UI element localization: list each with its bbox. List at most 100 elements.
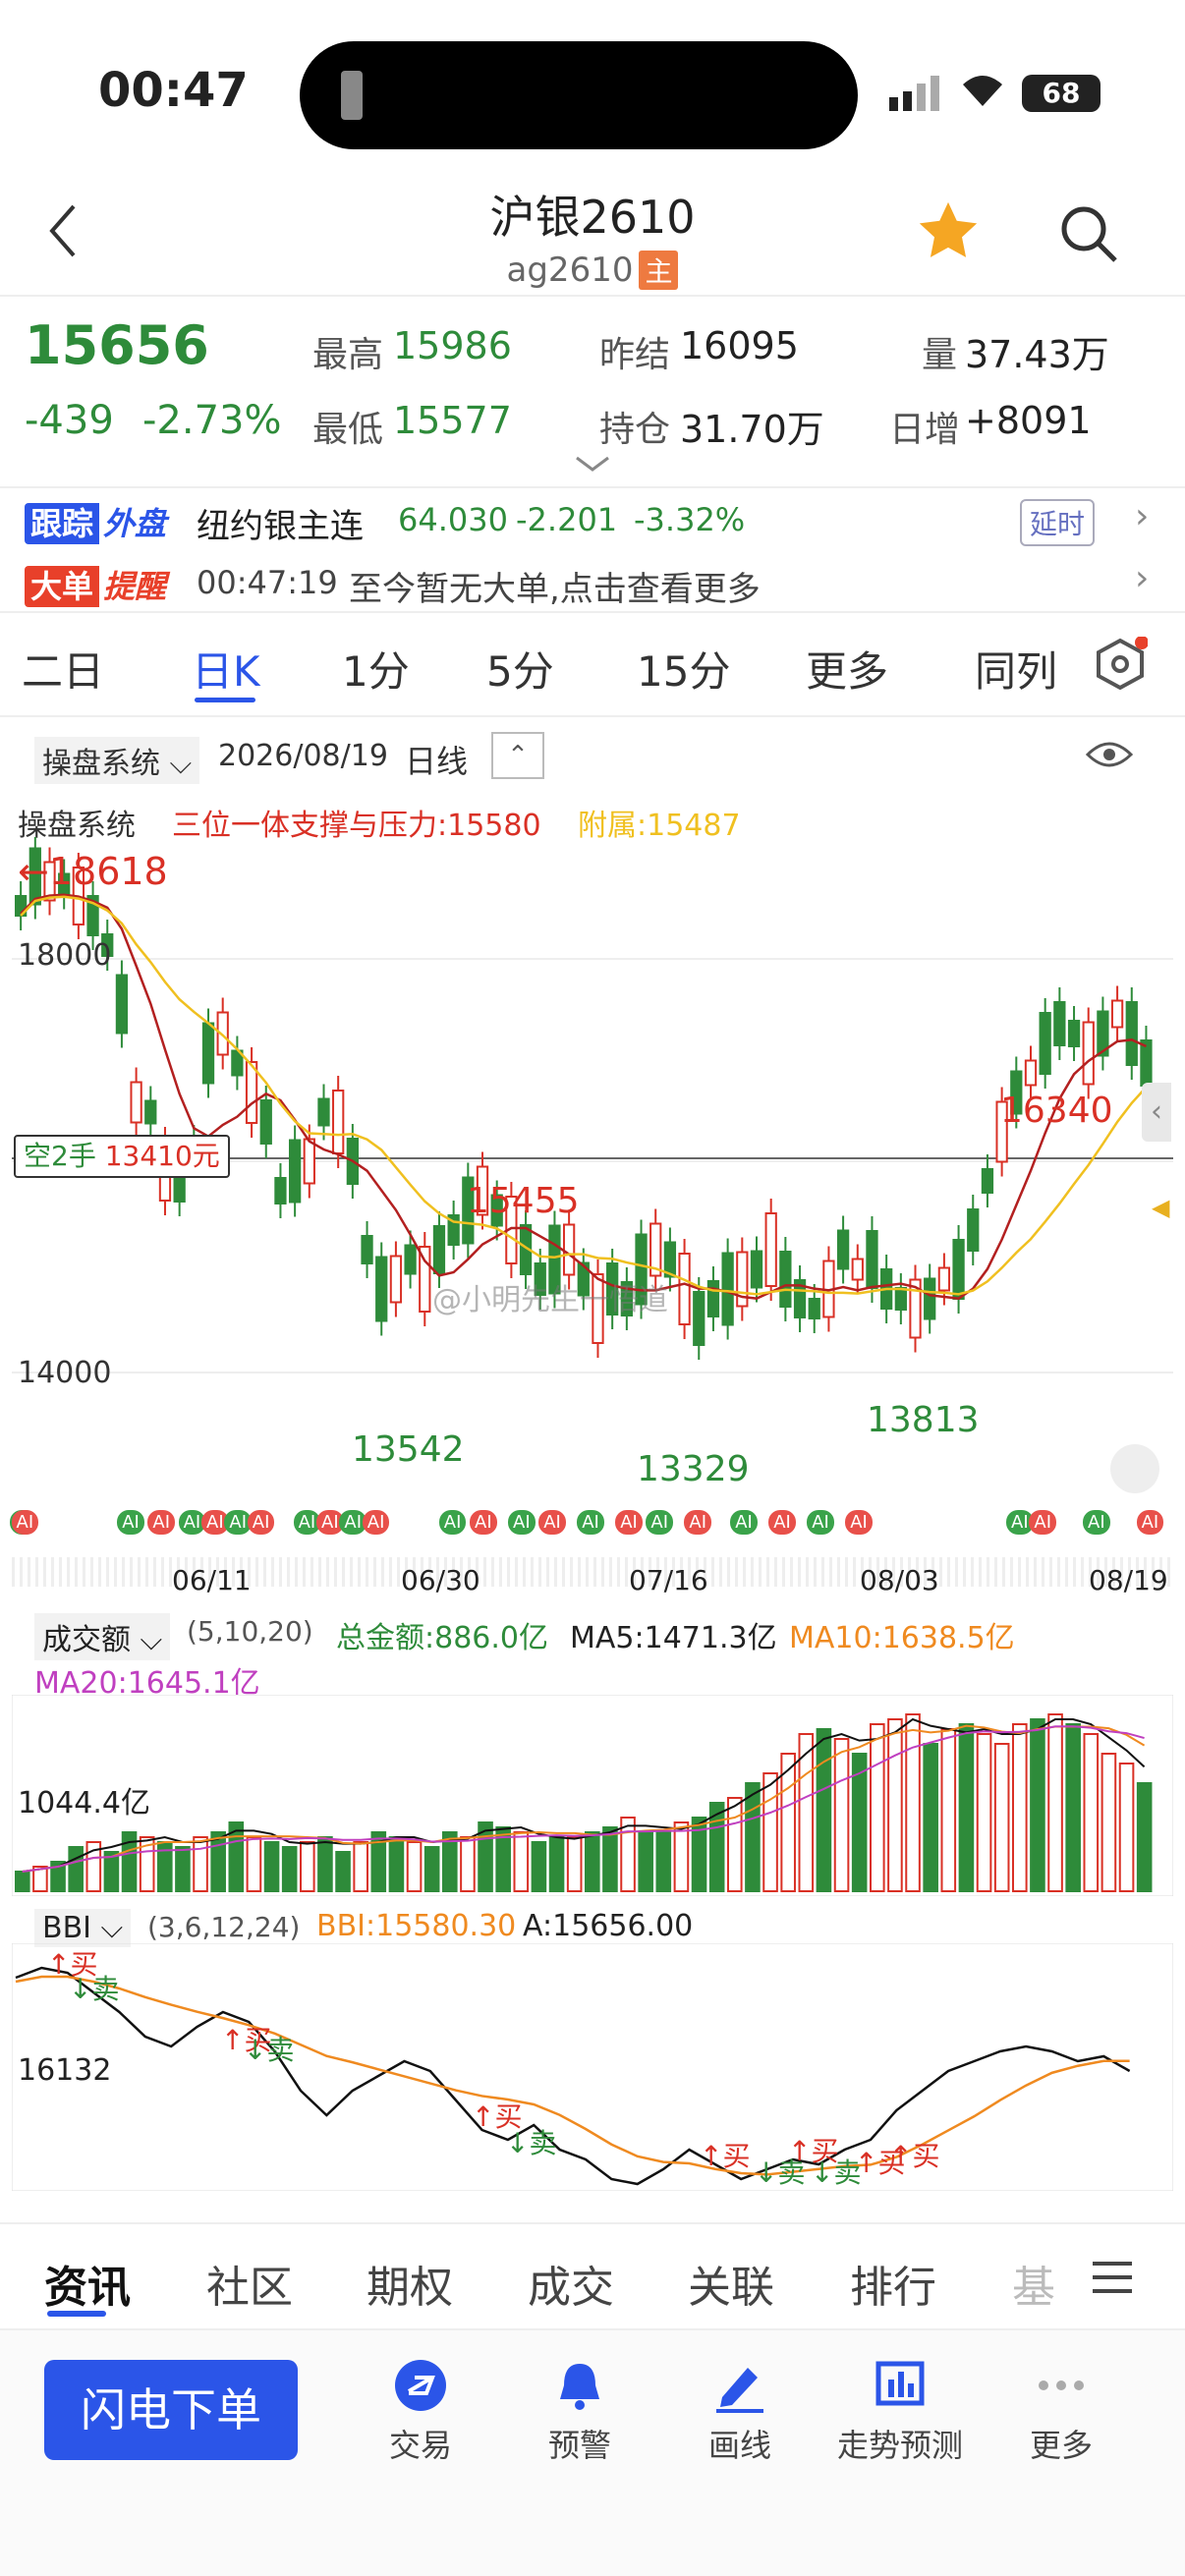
ai-marker[interactable]: AI	[768, 1510, 796, 1535]
candle	[836, 1229, 850, 1270]
high-label: 最高	[312, 335, 384, 375]
ai-marker[interactable]: AI	[1029, 1510, 1057, 1535]
ai-marker[interactable]: AI	[508, 1510, 536, 1535]
position-box[interactable]: 空2手 13410元	[14, 1135, 230, 1178]
ai-marker[interactable]: AI	[247, 1510, 275, 1535]
tab-news[interactable]: 资讯	[44, 2252, 131, 2315]
divider	[0, 295, 1185, 297]
ai-marker[interactable]: AI	[807, 1510, 834, 1535]
label-13542: 13542	[352, 1429, 465, 1470]
prev-settle-value: 16095	[680, 324, 799, 367]
oi-value: 31.70万	[680, 408, 824, 451]
expand-chevron-icon[interactable]	[575, 454, 610, 474]
volume-bar	[655, 1831, 672, 1892]
alert-button[interactable]: 预警	[511, 2358, 649, 2466]
tab-1min[interactable]: 1分	[342, 639, 410, 699]
tab-ranking[interactable]: 排行	[850, 2252, 936, 2315]
ai-marker[interactable]: AI	[845, 1510, 873, 1535]
ai-marker[interactable]: AI	[1136, 1510, 1164, 1535]
candle	[130, 1081, 142, 1124]
volume-bar	[870, 1723, 885, 1892]
tab-same-column[interactable]: 同列	[975, 639, 1057, 699]
tab-15min[interactable]: 15分	[637, 639, 730, 699]
code-text: ag2610	[506, 251, 634, 290]
volume-ytick: 1044.4亿	[18, 1786, 150, 1820]
tab-two-day[interactable]: 二日	[22, 639, 104, 699]
ai-marker[interactable]: AI	[438, 1510, 467, 1535]
active-tab-indicator	[47, 2311, 106, 2317]
fullscreen-icon[interactable]	[1110, 1444, 1159, 1493]
favorite-star-icon[interactable]	[914, 196, 983, 265]
collapse-button[interactable]: ⌃	[491, 732, 544, 779]
pen-icon	[716, 2368, 763, 2413]
more-label: 更多	[1029, 2427, 1093, 2464]
candle	[1039, 1012, 1051, 1075]
volume-bar	[940, 1728, 957, 1892]
contract-code: ag2610 主	[0, 251, 1185, 290]
menu-icon[interactable]	[1093, 2258, 1136, 2297]
volume-chart[interactable]	[12, 1695, 1173, 1896]
chevron-right-icon[interactable]: ›	[1135, 496, 1149, 536]
tab-related[interactable]: 关联	[688, 2252, 774, 2315]
remind-tag: 提醒	[103, 568, 167, 605]
prev-settle-label: 昨结	[599, 335, 671, 375]
tab-basis[interactable]: 基	[1012, 2252, 1055, 2315]
status-time: 00:47	[98, 63, 249, 118]
volume-bar	[905, 1713, 921, 1892]
draw-line-button[interactable]: 画线	[671, 2358, 809, 2466]
volume-bar	[1012, 1723, 1028, 1892]
tab-trades[interactable]: 成交	[528, 2252, 614, 2315]
eye-icon[interactable]	[1085, 739, 1134, 770]
ai-marker[interactable]: AI	[646, 1510, 674, 1535]
system-label: 操盘系统	[42, 747, 160, 781]
tab-options[interactable]: 期权	[367, 2252, 453, 2315]
foreign-row[interactable]: 跟踪 外盘	[25, 499, 166, 544]
sell-signal: ↓卖	[506, 2127, 557, 2159]
settings-hex-icon[interactable]	[1093, 636, 1149, 692]
foreign-pct: -3.32%	[634, 501, 746, 538]
volume-bar	[958, 1723, 975, 1892]
side-drawer-handle[interactable]: ‹	[1142, 1083, 1171, 1142]
volume-bar	[406, 1841, 423, 1892]
bbi-select[interactable]: BBI ⌵	[34, 1909, 132, 1947]
bigorder-row[interactable]: 大单 提醒	[25, 562, 166, 607]
candle	[144, 1099, 157, 1125]
ai-marker[interactable]: AI	[11, 1510, 39, 1535]
ai-marker[interactable]: AI	[470, 1510, 497, 1535]
volume-select[interactable]: 成交额 ⌵	[34, 1613, 171, 1660]
search-icon[interactable]	[1056, 201, 1120, 265]
tab-more[interactable]: 更多	[806, 639, 888, 699]
bbi-chart[interactable]	[12, 1943, 1173, 2191]
tab-5min[interactable]: 5分	[486, 639, 554, 699]
more-button[interactable]: 更多	[992, 2358, 1130, 2466]
tab-community[interactable]: 社区	[206, 2252, 293, 2315]
ai-marker[interactable]: AI	[117, 1510, 144, 1535]
ai-marker[interactable]: AI	[577, 1510, 604, 1535]
candle	[952, 1239, 965, 1300]
trade-button[interactable]: 交易	[352, 2358, 489, 2466]
tab-daily-k[interactable]: 日K	[192, 639, 260, 699]
ai-marker[interactable]: AI	[538, 1510, 566, 1535]
candle	[721, 1252, 734, 1326]
ai-marker[interactable]: AI	[362, 1510, 390, 1535]
buy-signal: ↑买	[700, 2140, 751, 2172]
chevron-right-icon[interactable]: ›	[1135, 558, 1149, 598]
flash-order-button[interactable]: 闪电下单	[44, 2360, 298, 2460]
volume-bar	[281, 1846, 298, 1892]
sell-signal: ↓卖	[244, 2034, 295, 2066]
ai-marker[interactable]: AI	[730, 1510, 758, 1535]
ai-marker[interactable]: AI	[147, 1510, 176, 1535]
trend-forecast-button[interactable]: 走势预测	[831, 2358, 969, 2466]
last-price: 15656	[25, 314, 209, 376]
volume-bar	[531, 1841, 547, 1892]
system-select[interactable]: 操盘系统 ⌵	[34, 737, 200, 784]
candle	[375, 1256, 388, 1322]
trade-icon	[395, 2360, 446, 2411]
bigorder-tag: 大单	[25, 566, 100, 607]
candle	[706, 1280, 720, 1317]
ai-marker[interactable]: AI	[1083, 1510, 1110, 1535]
divider	[0, 486, 1185, 488]
ai-marker[interactable]: AI	[684, 1510, 712, 1535]
volume-bar	[673, 1821, 690, 1892]
ai-marker[interactable]: AI	[615, 1510, 643, 1535]
